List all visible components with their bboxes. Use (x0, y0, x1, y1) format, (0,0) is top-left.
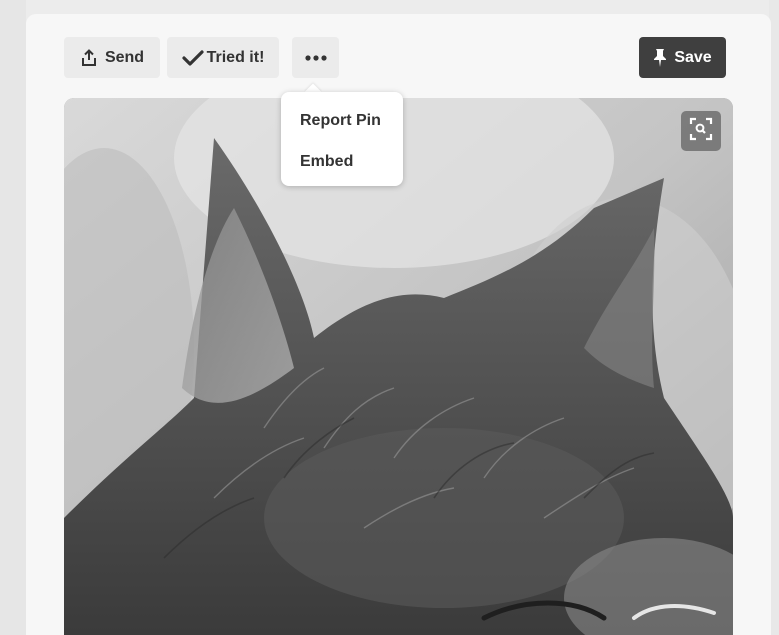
tried-it-label: Tried it! (206, 48, 265, 66)
share-upload-icon (80, 48, 98, 67)
more-options-button[interactable] (292, 37, 339, 78)
tried-it-button[interactable]: Tried it! (167, 37, 279, 78)
send-button[interactable]: Send (64, 37, 160, 78)
ellipsis-icon (304, 54, 328, 62)
page-background-left (0, 0, 26, 635)
checkmark-icon (182, 49, 204, 67)
visual-search-icon (689, 117, 713, 146)
more-options-menu: Report Pin Embed (281, 92, 403, 186)
menu-item-report-pin[interactable]: Report Pin (300, 112, 381, 130)
visual-search-button[interactable] (681, 111, 721, 151)
save-button[interactable]: Save (639, 37, 726, 78)
save-label: Save (674, 48, 712, 66)
menu-item-embed[interactable]: Embed (300, 153, 353, 171)
pushpin-icon (653, 48, 667, 68)
send-label: Send (104, 48, 145, 66)
